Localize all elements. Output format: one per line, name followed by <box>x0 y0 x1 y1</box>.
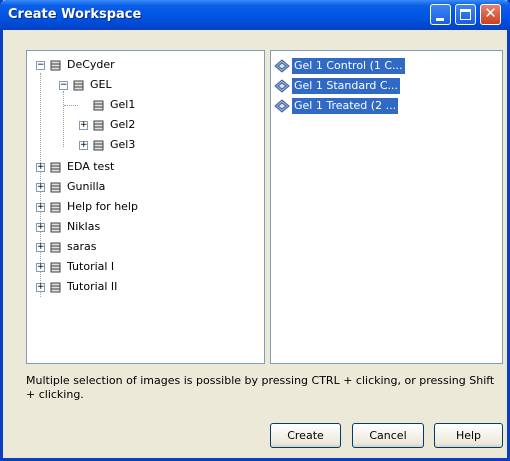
tree-node-niklas[interactable]: + Niklas <box>27 218 257 236</box>
database-icon <box>50 222 61 233</box>
minimize-button[interactable] <box>430 4 451 25</box>
tree-node-tutorial-ii[interactable]: + Tutorial II <box>27 278 257 296</box>
database-icon <box>50 182 61 193</box>
tree-node-label: Niklas <box>67 220 101 233</box>
tree-node-label: Tutorial II <box>67 280 118 293</box>
database-icon <box>93 140 104 151</box>
tree-node-eda-test[interactable]: + EDA test <box>27 158 257 176</box>
close-button[interactable]: ✕ <box>480 4 501 25</box>
expand-icon[interactable]: + <box>36 243 45 252</box>
database-icon <box>50 242 61 253</box>
tree-node-gel3[interactable]: + Gel3 <box>27 136 257 154</box>
gel-image-icon <box>274 79 290 93</box>
collapse-icon[interactable]: − <box>36 61 45 70</box>
image-item-label: Gel 1 Treated (2 ... <box>292 98 399 114</box>
close-icon: ✕ <box>484 4 497 22</box>
selection-hint: Multiple selection of images is possible… <box>26 374 495 401</box>
title-bar[interactable]: Create Workspace ✕ <box>0 0 510 30</box>
expand-icon[interactable]: + <box>79 141 88 150</box>
database-icon <box>73 80 84 91</box>
image-item-control[interactable]: Gel 1 Control (1 C... <box>272 58 432 74</box>
create-workspace-dialog: Create Workspace ✕ − DeCyder − GEL Gel1 … <box>0 0 510 461</box>
database-icon <box>93 120 104 131</box>
database-icon <box>93 100 104 111</box>
image-item-treated[interactable]: Gel 1 Treated (2 ... <box>272 98 432 114</box>
minimize-icon <box>436 18 444 21</box>
create-button[interactable]: Create <box>270 423 341 448</box>
tree-node-label: Gel1 <box>110 98 136 111</box>
image-list[interactable]: Gel 1 Control (1 C... Gel 1 Standard C..… <box>270 50 503 364</box>
expand-icon[interactable]: + <box>36 263 45 272</box>
tree-node-label: saras <box>67 240 97 253</box>
maximize-button[interactable] <box>455 4 476 25</box>
tree-node-decyder[interactable]: − DeCyder <box>27 56 257 74</box>
gel-image-icon <box>274 59 290 73</box>
database-icon <box>50 282 61 293</box>
tree-node-label: Help for help <box>67 200 138 213</box>
tree-node-gel1[interactable]: Gel1 <box>27 96 257 114</box>
tree-node-saras[interactable]: + saras <box>27 238 257 256</box>
tree-node-label: GEL <box>90 78 112 91</box>
image-item-standard[interactable]: Gel 1 Standard C... <box>272 78 432 94</box>
help-button[interactable]: Help <box>434 423 503 448</box>
tree-node-label: DeCyder <box>67 58 115 71</box>
image-item-label: Gel 1 Control (1 C... <box>292 58 405 74</box>
tree-node-label: Tutorial I <box>67 260 115 273</box>
database-icon <box>50 202 61 213</box>
database-icon <box>50 162 61 173</box>
database-icon <box>50 262 61 273</box>
expand-icon[interactable]: + <box>36 283 45 292</box>
expand-icon[interactable]: + <box>36 183 45 192</box>
expand-icon[interactable]: + <box>79 121 88 130</box>
tree-node-tutorial-i[interactable]: + Tutorial I <box>27 258 257 276</box>
gel-image-icon <box>274 99 290 113</box>
tree-node-gel2[interactable]: + Gel2 <box>27 116 257 134</box>
window-title: Create Workspace <box>8 7 142 22</box>
tree-connector <box>64 105 78 106</box>
tree-node-gel[interactable]: − GEL <box>27 76 257 94</box>
database-icon <box>50 60 61 71</box>
collapse-icon[interactable]: − <box>59 81 68 90</box>
cancel-button[interactable]: Cancel <box>352 423 424 448</box>
expand-icon[interactable]: + <box>36 223 45 232</box>
tree-node-label: Gel2 <box>110 118 136 131</box>
expand-icon[interactable]: + <box>36 203 45 212</box>
tree-node-label: EDA test <box>67 160 115 173</box>
maximize-icon <box>460 9 471 20</box>
image-item-label: Gel 1 Standard C... <box>292 78 401 94</box>
expand-icon[interactable]: + <box>36 163 45 172</box>
tree-node-gunilla[interactable]: + Gunilla <box>27 178 257 196</box>
workspace-tree[interactable]: − DeCyder − GEL Gel1 + Gel2 + Gel3 + EDA… <box>26 50 265 364</box>
tree-node-help-for-help[interactable]: + Help for help <box>27 198 257 216</box>
tree-node-label: Gel3 <box>110 138 136 151</box>
tree-node-label: Gunilla <box>67 180 106 193</box>
